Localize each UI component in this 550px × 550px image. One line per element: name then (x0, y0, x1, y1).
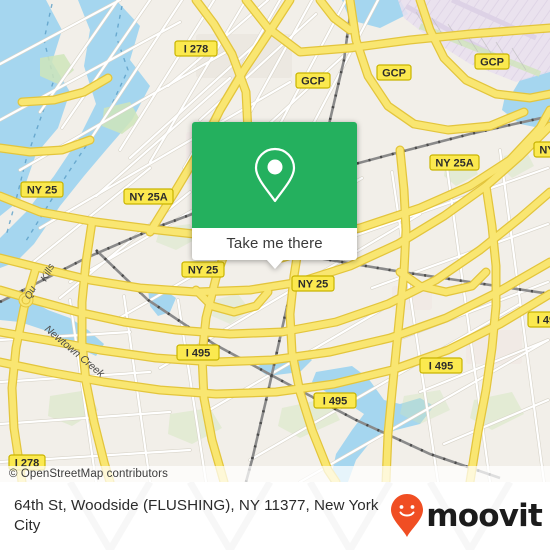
road-shield: I 278 (174, 40, 218, 57)
map-screenshot: Qu Kills Newtown Creek I 278 GCP GCP GCP NY … (0, 0, 550, 550)
take-me-there-callout[interactable]: Take me there (192, 122, 357, 269)
road-shield-label: NY 25 (188, 264, 218, 276)
road-shield: NY 25A (533, 141, 550, 158)
road-shield: GCP (295, 72, 331, 89)
road-shield: NY 25 (181, 261, 225, 278)
moovit-pin-smiley-icon (391, 494, 424, 537)
callout-action-area[interactable]: Take me there (192, 228, 357, 269)
road-shield: I 495 (527, 311, 550, 328)
road-shield-label: GCP (301, 75, 325, 87)
road-shield-label: I 495 (537, 314, 550, 326)
callout-pointer-arrow (265, 259, 284, 269)
road-shield-label: NY 25A (129, 191, 167, 203)
map-pin-icon (254, 147, 295, 203)
road-shield: NY 25 (20, 181, 64, 198)
road-shield-label: NY 25 (27, 184, 57, 196)
osm-attribution: © OpenStreetMap contributors (0, 466, 550, 482)
take-me-there-label: Take me there (226, 235, 323, 252)
moovit-wordmark: moovit (426, 497, 543, 534)
road-shield-label: NY 25A (435, 157, 473, 169)
footer-bar: 64th St, Woodside (FLUSHING), NY 11377, … (0, 482, 550, 550)
road-shield-label: NY 25 (298, 278, 328, 290)
road-shield-label: I 278 (184, 43, 208, 55)
road-shield: NY 25A (429, 154, 480, 171)
road-shield-label: I 495 (186, 347, 210, 359)
road-shield-label: I 495 (429, 360, 453, 372)
road-shield-label: I 495 (323, 395, 347, 407)
location-address: 64th St, Woodside (FLUSHING), NY 11377, … (14, 497, 379, 534)
road-shield: I 495 (313, 392, 357, 409)
road-shield: NY 25A (123, 188, 174, 205)
road-shield-label: GCP (382, 67, 406, 79)
road-shield: GCP (474, 53, 510, 70)
road-shield: I 495 (419, 357, 463, 374)
road-shield-label: NY 25A (539, 144, 550, 156)
callout-image-area (192, 122, 357, 228)
road-shield: GCP (376, 64, 412, 81)
moovit-logo[interactable]: moovit (390, 493, 543, 539)
road-shield-label: GCP (480, 56, 504, 68)
road-shield: I 495 (176, 344, 220, 361)
road-shield: NY 25 (291, 275, 335, 292)
